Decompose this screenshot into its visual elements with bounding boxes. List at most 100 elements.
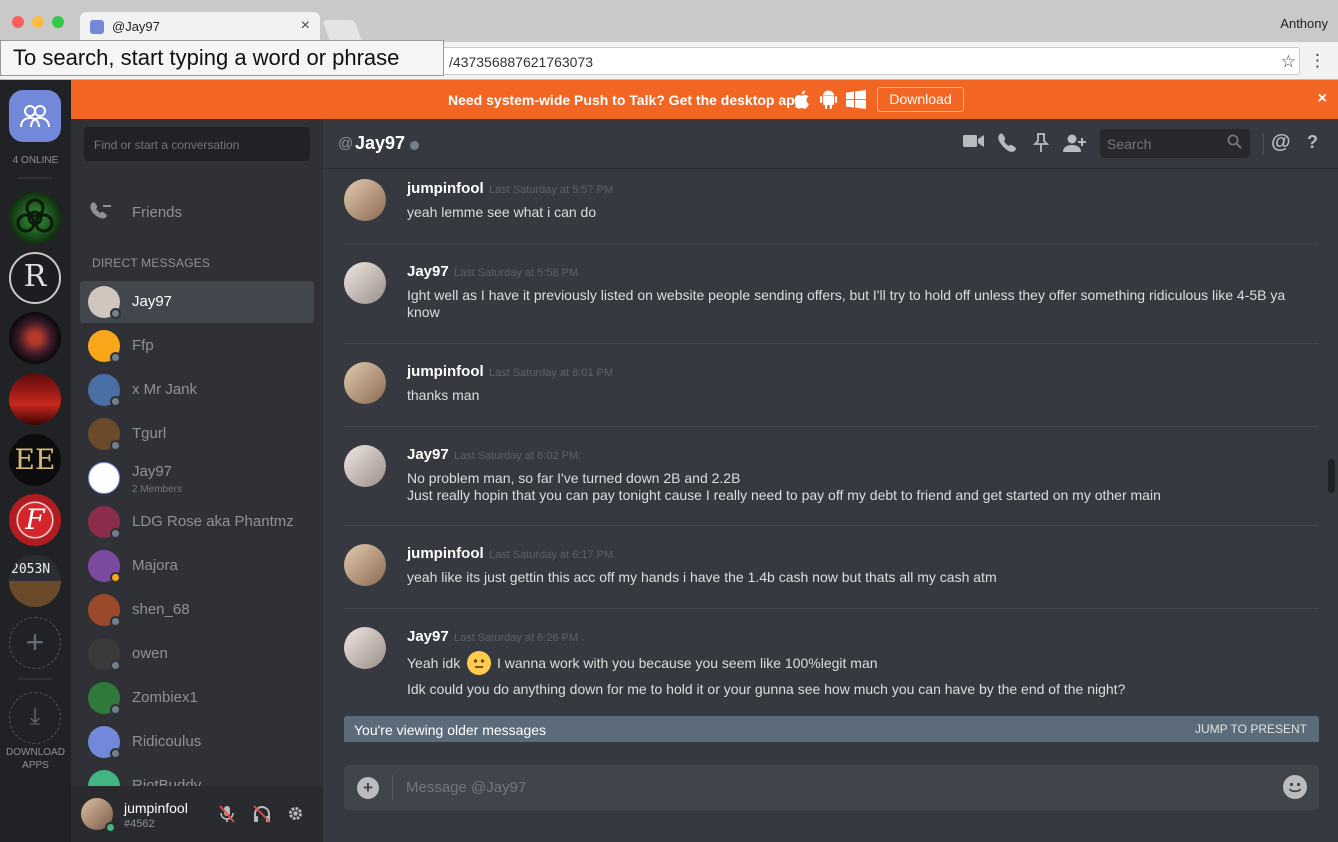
android-icon[interactable] xyxy=(820,90,837,114)
message-text: yeah lemme see what i can do xyxy=(407,204,597,220)
search-input[interactable]: Search xyxy=(1100,129,1250,158)
message-text: thanks man xyxy=(407,387,480,403)
message-text: Yeah idk xyxy=(407,655,461,671)
message-input-placeholder: Message @Jay97 xyxy=(406,779,527,796)
search-placeholder: Search xyxy=(1107,136,1152,152)
message-author[interactable]: jumpinfool xyxy=(407,363,484,380)
server-icon-wolf[interactable] xyxy=(9,312,61,364)
message-author[interactable]: Jay97 xyxy=(407,446,449,463)
download-apps-label-line: DOWNLOAD xyxy=(6,747,65,758)
browser-chrome: @Jay97 × Anthony /437356887621763073 ☆ ⋮… xyxy=(0,0,1338,80)
new-tab-button[interactable] xyxy=(322,20,362,40)
older-messages-bar: You're viewing older messages JUMP TO PR… xyxy=(344,716,1319,742)
message-text: Ight well as I have it previously listed… xyxy=(407,287,1286,320)
dm-item[interactable]: Majora xyxy=(80,545,314,587)
download-apps-button[interactable]: ⤓ xyxy=(9,692,61,744)
mentions-icon[interactable]: @ xyxy=(1271,131,1291,154)
find-conversation-input[interactable]: Find or start a conversation xyxy=(84,127,310,161)
recipient-status-icon xyxy=(410,141,419,150)
avatar[interactable] xyxy=(344,362,386,404)
avatar[interactable] xyxy=(344,627,386,669)
neutral-face-emoji-icon xyxy=(467,651,491,675)
message-author[interactable]: Jay97 xyxy=(407,263,449,280)
server-icon-biohazard[interactable] xyxy=(9,192,61,244)
presence-status-icon xyxy=(110,308,121,319)
presence-status-icon xyxy=(110,704,121,715)
message-timestamp: Last Saturday at 5:57 PM xyxy=(489,184,614,196)
server-icon-red[interactable] xyxy=(9,373,61,425)
dm-item[interactable]: Zombiex1 xyxy=(80,677,314,719)
deafen-headphones-icon[interactable] xyxy=(253,805,271,828)
url-text: /437356887621763073 xyxy=(449,54,594,70)
emoji-picker-icon[interactable] xyxy=(1283,775,1307,799)
dm-item-member-count: 2 Members xyxy=(132,484,183,495)
header-divider xyxy=(1263,133,1264,155)
server-icon-2053[interactable]: 2053N xyxy=(9,555,61,607)
message-text: yeah like its just gettin this acc off m… xyxy=(407,569,997,585)
download-button[interactable]: Download xyxy=(877,87,964,112)
close-window-button[interactable] xyxy=(12,16,24,28)
direct-messages-header: DIRECT MESSAGES xyxy=(92,256,211,270)
dm-item-name: Zombiex1 xyxy=(132,689,198,706)
server-icon-r[interactable]: R xyxy=(9,252,61,304)
dm-item-name: Jay97 xyxy=(132,293,173,310)
minimize-window-button[interactable] xyxy=(32,16,44,28)
voice-call-icon[interactable] xyxy=(997,133,1017,158)
server-icon-f[interactable]: F xyxy=(9,494,61,546)
presence-status-icon xyxy=(110,748,121,759)
user-tag: #4562 xyxy=(124,818,155,830)
pinned-messages-icon[interactable] xyxy=(1032,133,1050,158)
video-call-icon[interactable] xyxy=(963,133,985,154)
presence-status-icon xyxy=(110,572,121,583)
windows-icon[interactable] xyxy=(846,90,866,114)
mute-microphone-icon[interactable] xyxy=(219,805,235,828)
upload-plus-icon[interactable]: + xyxy=(357,777,379,799)
chat-header: @ Jay97 Search @ ? xyxy=(323,119,1338,169)
banner-close-icon[interactable]: × xyxy=(1318,90,1327,108)
message-timestamp: Last Saturday at 6:17 PM xyxy=(489,549,614,561)
dm-item[interactable]: owen xyxy=(80,633,314,675)
message-author[interactable]: Jay97 xyxy=(407,628,449,645)
bookmark-star-icon[interactable]: ☆ xyxy=(1281,52,1296,72)
home-friends-button[interactable] xyxy=(9,90,61,142)
jump-to-present-button[interactable]: JUMP TO PRESENT xyxy=(1195,722,1307,736)
server-icon-ee[interactable]: EE xyxy=(9,434,61,486)
maximize-window-button[interactable] xyxy=(52,16,64,28)
message-text: No problem man, so far I've turned down … xyxy=(407,470,741,486)
avatar[interactable] xyxy=(344,179,386,221)
dm-item[interactable]: shen_68 xyxy=(80,589,314,631)
friends-nav-item[interactable]: Friends xyxy=(79,195,315,229)
add-friend-to-dm-icon[interactable] xyxy=(1063,133,1087,158)
presence-status-icon xyxy=(110,396,121,407)
dm-item[interactable]: LDG Rose aka Phantmz xyxy=(80,501,314,543)
avatar xyxy=(88,462,120,494)
dm-item[interactable]: x Mr Jank xyxy=(80,369,314,411)
dm-item-name: LDG Rose aka Phantmz xyxy=(132,513,294,530)
dm-sidebar: Find or start a conversation Friends DIR… xyxy=(71,119,323,842)
avatar[interactable] xyxy=(344,262,386,304)
browser-menu-icon[interactable]: ⋮ xyxy=(1309,51,1326,71)
help-icon[interactable]: ? xyxy=(1307,132,1318,153)
scrollbar-thumb[interactable] xyxy=(1328,459,1335,493)
user-settings-gear-icon[interactable] xyxy=(287,805,304,827)
avatar[interactable] xyxy=(344,445,386,487)
browser-tab[interactable]: @Jay97 × xyxy=(80,12,320,42)
dm-item[interactable]: Ffp xyxy=(80,325,314,367)
message-timestamp: Last Saturday at 6:26 PM xyxy=(454,632,579,644)
dm-item[interactable]: Ridicoulus xyxy=(80,721,314,763)
browser-profile-name[interactable]: Anthony xyxy=(1280,16,1328,31)
avatar[interactable] xyxy=(344,544,386,586)
at-symbol: @ xyxy=(338,135,354,152)
online-count: 4 ONLINE xyxy=(12,155,59,166)
apple-icon[interactable] xyxy=(793,90,810,114)
message-author[interactable]: jumpinfool xyxy=(407,545,484,562)
dm-item[interactable]: Jay97 xyxy=(80,281,314,323)
tab-title: @Jay97 xyxy=(112,19,160,34)
address-bar[interactable]: /437356887621763073 xyxy=(430,47,1300,75)
add-server-button[interactable]: + xyxy=(9,617,61,669)
tab-close-icon[interactable]: × xyxy=(301,17,310,35)
dm-item[interactable]: Tgurl xyxy=(80,413,314,455)
message-author[interactable]: jumpinfool xyxy=(407,180,484,197)
message-composer[interactable]: + Message @Jay97 xyxy=(344,765,1319,810)
dm-item[interactable]: Jay97 2 Members xyxy=(80,457,314,499)
